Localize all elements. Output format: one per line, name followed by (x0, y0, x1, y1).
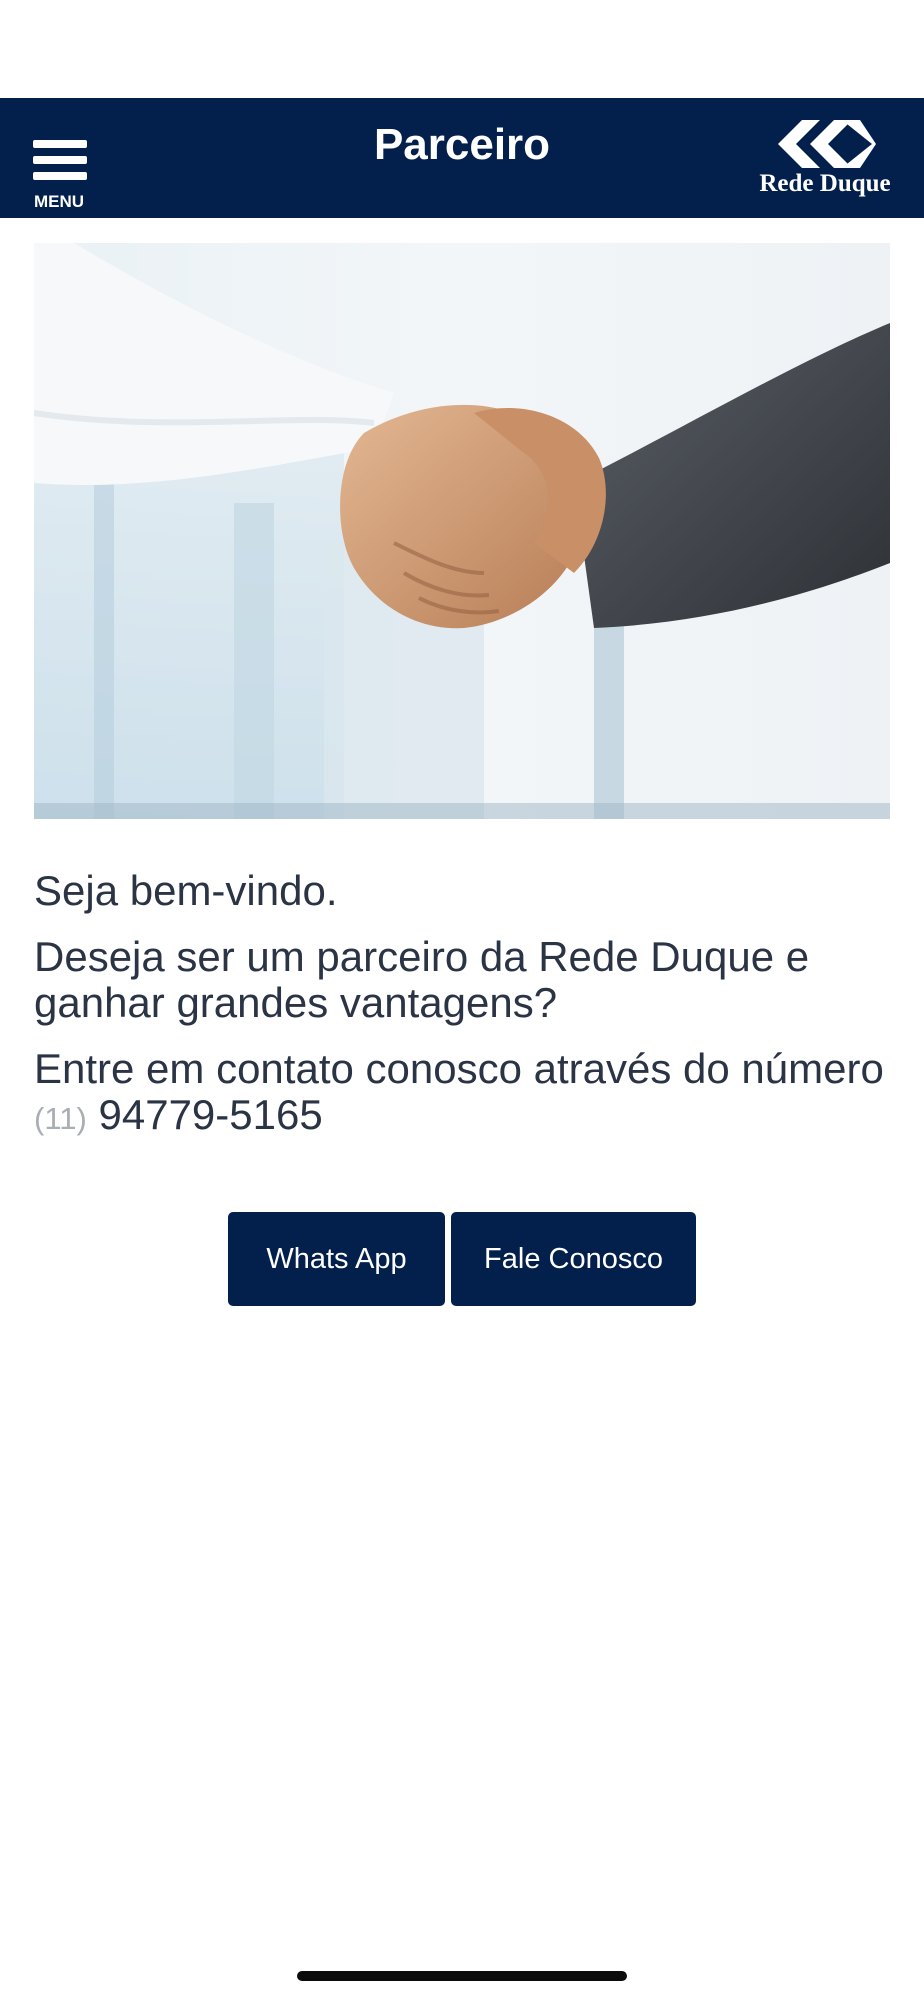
welcome-content: Seja bem-vindo. Deseja ser um parceiro d… (34, 868, 894, 1142)
contact-text: Entre em contato conosco através do núme… (34, 1045, 884, 1092)
partner-question: Deseja ser um parceiro da Rede Duque e g… (34, 933, 810, 1026)
logo-text: Rede Duque (759, 170, 891, 197)
action-buttons: Whats App Fale Conosco (0, 1212, 924, 1306)
status-bar (0, 0, 924, 98)
welcome-text: Seja bem-vindo. (34, 867, 338, 914)
home-indicator[interactable] (297, 1971, 627, 1981)
rede-duque-logo: Rede Duque (750, 118, 900, 200)
handshake-image (34, 243, 890, 819)
phone-number[interactable]: 94779-5165 (99, 1091, 323, 1138)
hamburger-icon-line (33, 172, 87, 180)
area-code: (11) (34, 1101, 87, 1136)
contact-us-button[interactable]: Fale Conosco (451, 1212, 696, 1306)
menu-label: MENU (34, 192, 85, 211)
contact-paragraph: Entre em contato conosco através do núme… (34, 1046, 894, 1142)
logo-diamond-icon (778, 120, 876, 168)
whatsapp-button[interactable]: Whats App (228, 1212, 445, 1306)
top-app-bar: MENU Parceiro Rede Duque (0, 98, 924, 218)
